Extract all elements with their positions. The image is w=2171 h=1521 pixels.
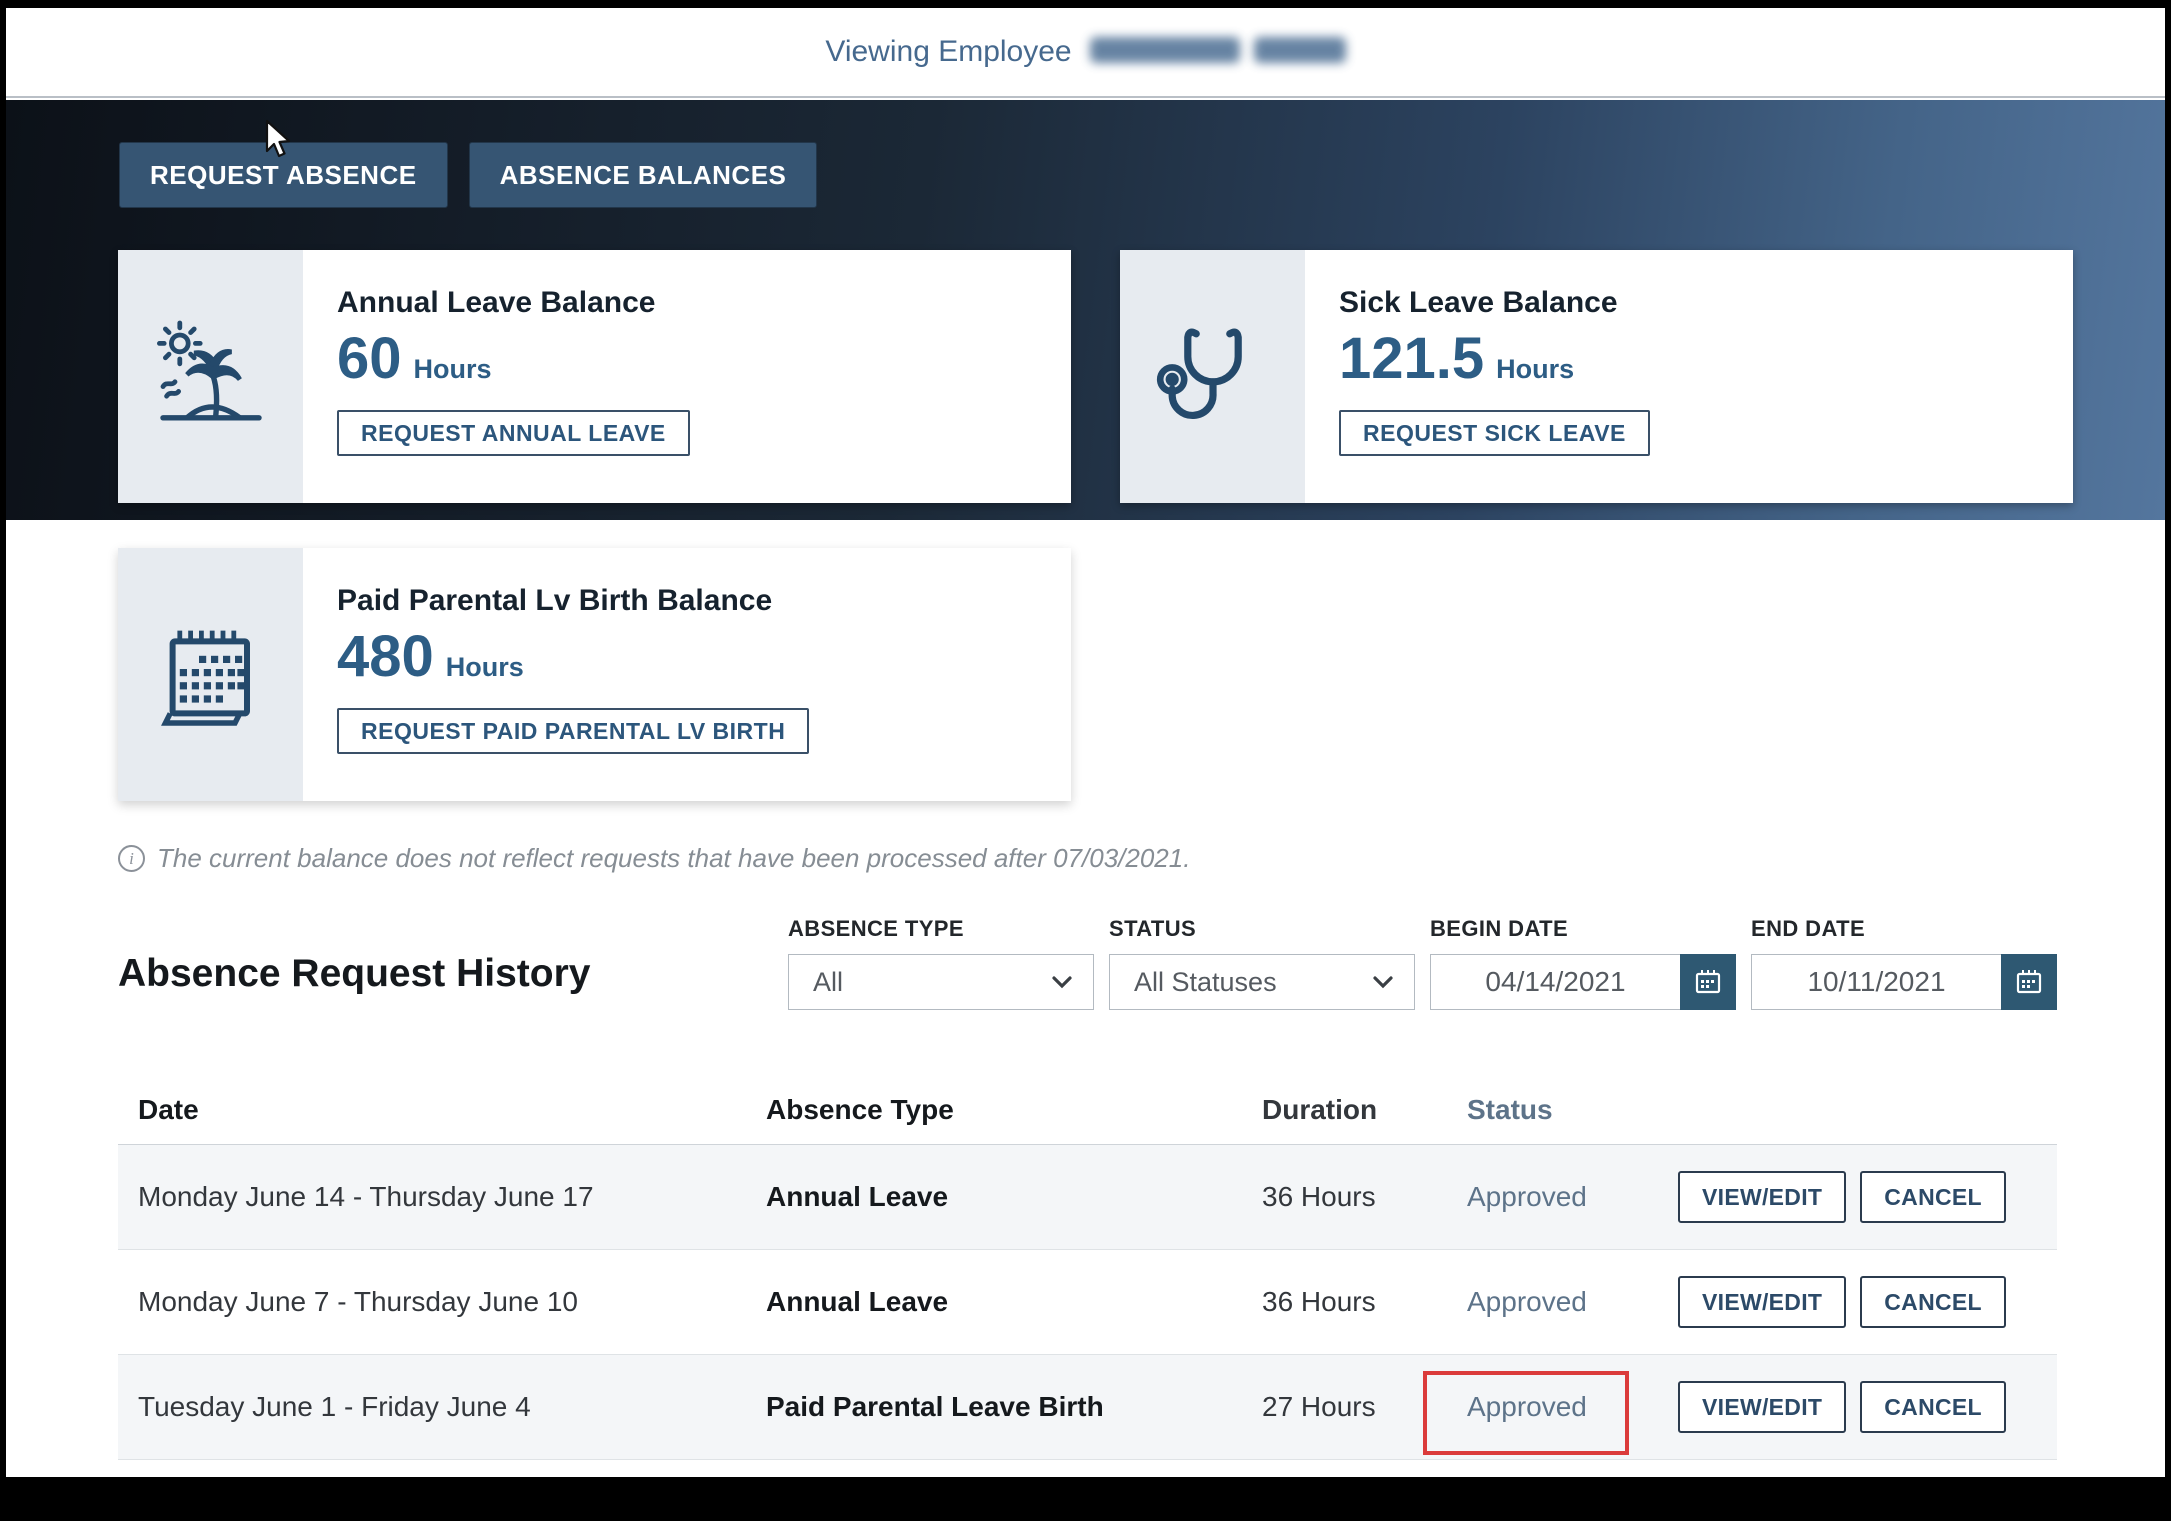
view-edit-button[interactable]: VIEW/EDIT (1678, 1381, 1846, 1433)
paid-parental-title: Paid Parental Lv Birth Balance (337, 584, 809, 618)
status-select[interactable]: All Statuses (1109, 954, 1415, 1010)
calendar-icon (2014, 967, 2044, 997)
cancel-button[interactable]: CANCEL (1860, 1171, 2006, 1223)
column-header-duration: Duration (1262, 1094, 1467, 1126)
row-status: Approved (1467, 1391, 1678, 1423)
begin-date-calendar-button[interactable] (1680, 954, 1736, 1010)
column-header-absence-type: Absence Type (766, 1094, 1262, 1126)
absence-type-filter: ABSENCE TYPE All (788, 916, 1094, 1010)
status-value: All Statuses (1134, 967, 1277, 998)
frame-border (2165, 0, 2171, 1521)
employee-name-redacted (1090, 37, 1346, 68)
end-date-input[interactable]: 10/11/2021 (1751, 954, 2057, 1010)
status-badge: Approved (1467, 1181, 1587, 1212)
sick-leave-unit: Hours (1496, 354, 1574, 385)
annual-leave-value: 60 (337, 330, 402, 388)
status-badge: Approved (1467, 1286, 1587, 1317)
row-absence-type: Paid Parental Leave Birth (766, 1391, 1262, 1423)
row-date: Tuesday June 1 - Friday June 4 (118, 1391, 766, 1423)
table-row: Tuesday June 1 - Friday June 4 Paid Pare… (118, 1355, 2057, 1460)
row-absence-type: Annual Leave (766, 1181, 1262, 1213)
viewing-employee-bar: Viewing Employee (6, 8, 2165, 98)
end-date-value: 10/11/2021 (1752, 966, 2001, 998)
status-filter: STATUS All Statuses (1109, 916, 1415, 1010)
redacted-last-name (1254, 37, 1346, 63)
begin-date-value: 04/14/2021 (1431, 966, 1680, 998)
view-edit-button[interactable]: VIEW/EDIT (1678, 1171, 1846, 1223)
row-status: Approved (1467, 1286, 1678, 1318)
absence-balances-button[interactable]: ABSENCE BALANCES (469, 142, 818, 208)
column-header-status: Status (1467, 1094, 1678, 1126)
table-row: Monday June 7 - Thursday June 10 Annual … (118, 1250, 2057, 1355)
redacted-first-name (1090, 37, 1240, 63)
viewing-employee-label: Viewing Employee (825, 35, 1071, 69)
row-duration: 36 Hours (1262, 1181, 1467, 1213)
paid-parental-unit: Hours (446, 652, 524, 683)
history-title: Absence Request History (118, 952, 590, 996)
row-status: Approved (1467, 1181, 1678, 1213)
absence-history-table: Date Absence Type Duration Status Monday… (118, 1075, 2057, 1460)
status-label: STATUS (1109, 916, 1415, 942)
frame-border (0, 1477, 2171, 1521)
frame-border (0, 0, 2171, 8)
end-date-label: END DATE (1751, 916, 2057, 942)
paid-parental-icon-panel (118, 548, 303, 801)
cancel-button[interactable]: CANCEL (1860, 1276, 2006, 1328)
paid-parental-card: Paid Parental Lv Birth Balance 480 Hours… (118, 548, 1071, 801)
end-date-calendar-button[interactable] (2001, 954, 2057, 1010)
balance-info-text: The current balance does not reflect req… (157, 843, 1190, 874)
sick-leave-icon-panel (1120, 250, 1305, 503)
info-icon: i (118, 845, 145, 872)
absence-type-select[interactable]: All (788, 954, 1094, 1010)
row-duration: 36 Hours (1262, 1286, 1467, 1318)
chevron-down-icon (1372, 974, 1394, 990)
paid-parental-value-row: 480 Hours (337, 628, 809, 686)
sick-leave-title: Sick Leave Balance (1339, 286, 1650, 320)
absence-type-label: ABSENCE TYPE (788, 916, 1094, 942)
end-date-filter: END DATE 10/11/2021 (1751, 916, 2057, 1010)
annual-leave-card: Annual Leave Balance 60 Hours REQUEST AN… (118, 250, 1071, 503)
begin-date-label: BEGIN DATE (1430, 916, 1736, 942)
palm-island-icon (151, 317, 271, 437)
chevron-down-icon (1051, 974, 1073, 990)
begin-date-filter: BEGIN DATE 04/14/2021 (1430, 916, 1736, 1010)
sick-leave-value: 121.5 (1339, 330, 1484, 388)
history-header: Absence Request History ABSENCE TYPE All… (118, 916, 2057, 1010)
request-sick-leave-button[interactable]: REQUEST SICK LEAVE (1339, 410, 1650, 456)
balance-info-note: i The current balance does not reflect r… (118, 843, 1190, 874)
row-actions: VIEW/EDIT CANCEL (1678, 1171, 2057, 1223)
begin-date-input[interactable]: 04/14/2021 (1430, 954, 1736, 1010)
stethoscope-icon (1153, 317, 1273, 437)
row-actions: VIEW/EDIT CANCEL (1678, 1276, 2057, 1328)
request-paid-parental-button[interactable]: REQUEST PAID PARENTAL LV BIRTH (337, 708, 809, 754)
row-absence-type: Annual Leave (766, 1286, 1262, 1318)
row-date: Monday June 7 - Thursday June 10 (118, 1286, 766, 1318)
sick-leave-card: Sick Leave Balance 121.5 Hours REQUEST S… (1120, 250, 2073, 503)
frame-border (0, 0, 6, 1521)
row-date: Monday June 14 - Thursday June 17 (118, 1181, 766, 1213)
history-filters: ABSENCE TYPE All STATUS All Statuses BEG… (788, 916, 2057, 1010)
cancel-button[interactable]: CANCEL (1860, 1381, 2006, 1433)
request-annual-leave-button[interactable]: REQUEST ANNUAL LEAVE (337, 410, 690, 456)
table-header-row: Date Absence Type Duration Status (118, 1075, 2057, 1145)
column-header-date: Date (118, 1094, 766, 1126)
row-actions: VIEW/EDIT CANCEL (1678, 1381, 2057, 1433)
toolbar: REQUEST ABSENCE ABSENCE BALANCES (119, 142, 817, 208)
annual-leave-value-row: 60 Hours (337, 330, 690, 388)
table-row: Monday June 14 - Thursday June 17 Annual… (118, 1145, 2057, 1250)
paid-parental-value: 480 (337, 628, 434, 686)
calendar-icon (1693, 967, 1723, 997)
annual-leave-icon-panel (118, 250, 303, 503)
app-screen: Viewing Employee REQUEST ABSENCE ABSENCE… (0, 0, 2171, 1521)
calendar-icon (151, 615, 271, 735)
annual-leave-unit: Hours (414, 354, 492, 385)
mouse-cursor-icon (258, 118, 298, 162)
absence-type-value: All (813, 967, 843, 998)
sick-leave-value-row: 121.5 Hours (1339, 330, 1650, 388)
view-edit-button[interactable]: VIEW/EDIT (1678, 1276, 1846, 1328)
status-badge: Approved (1467, 1391, 1587, 1422)
annual-leave-title: Annual Leave Balance (337, 286, 690, 320)
